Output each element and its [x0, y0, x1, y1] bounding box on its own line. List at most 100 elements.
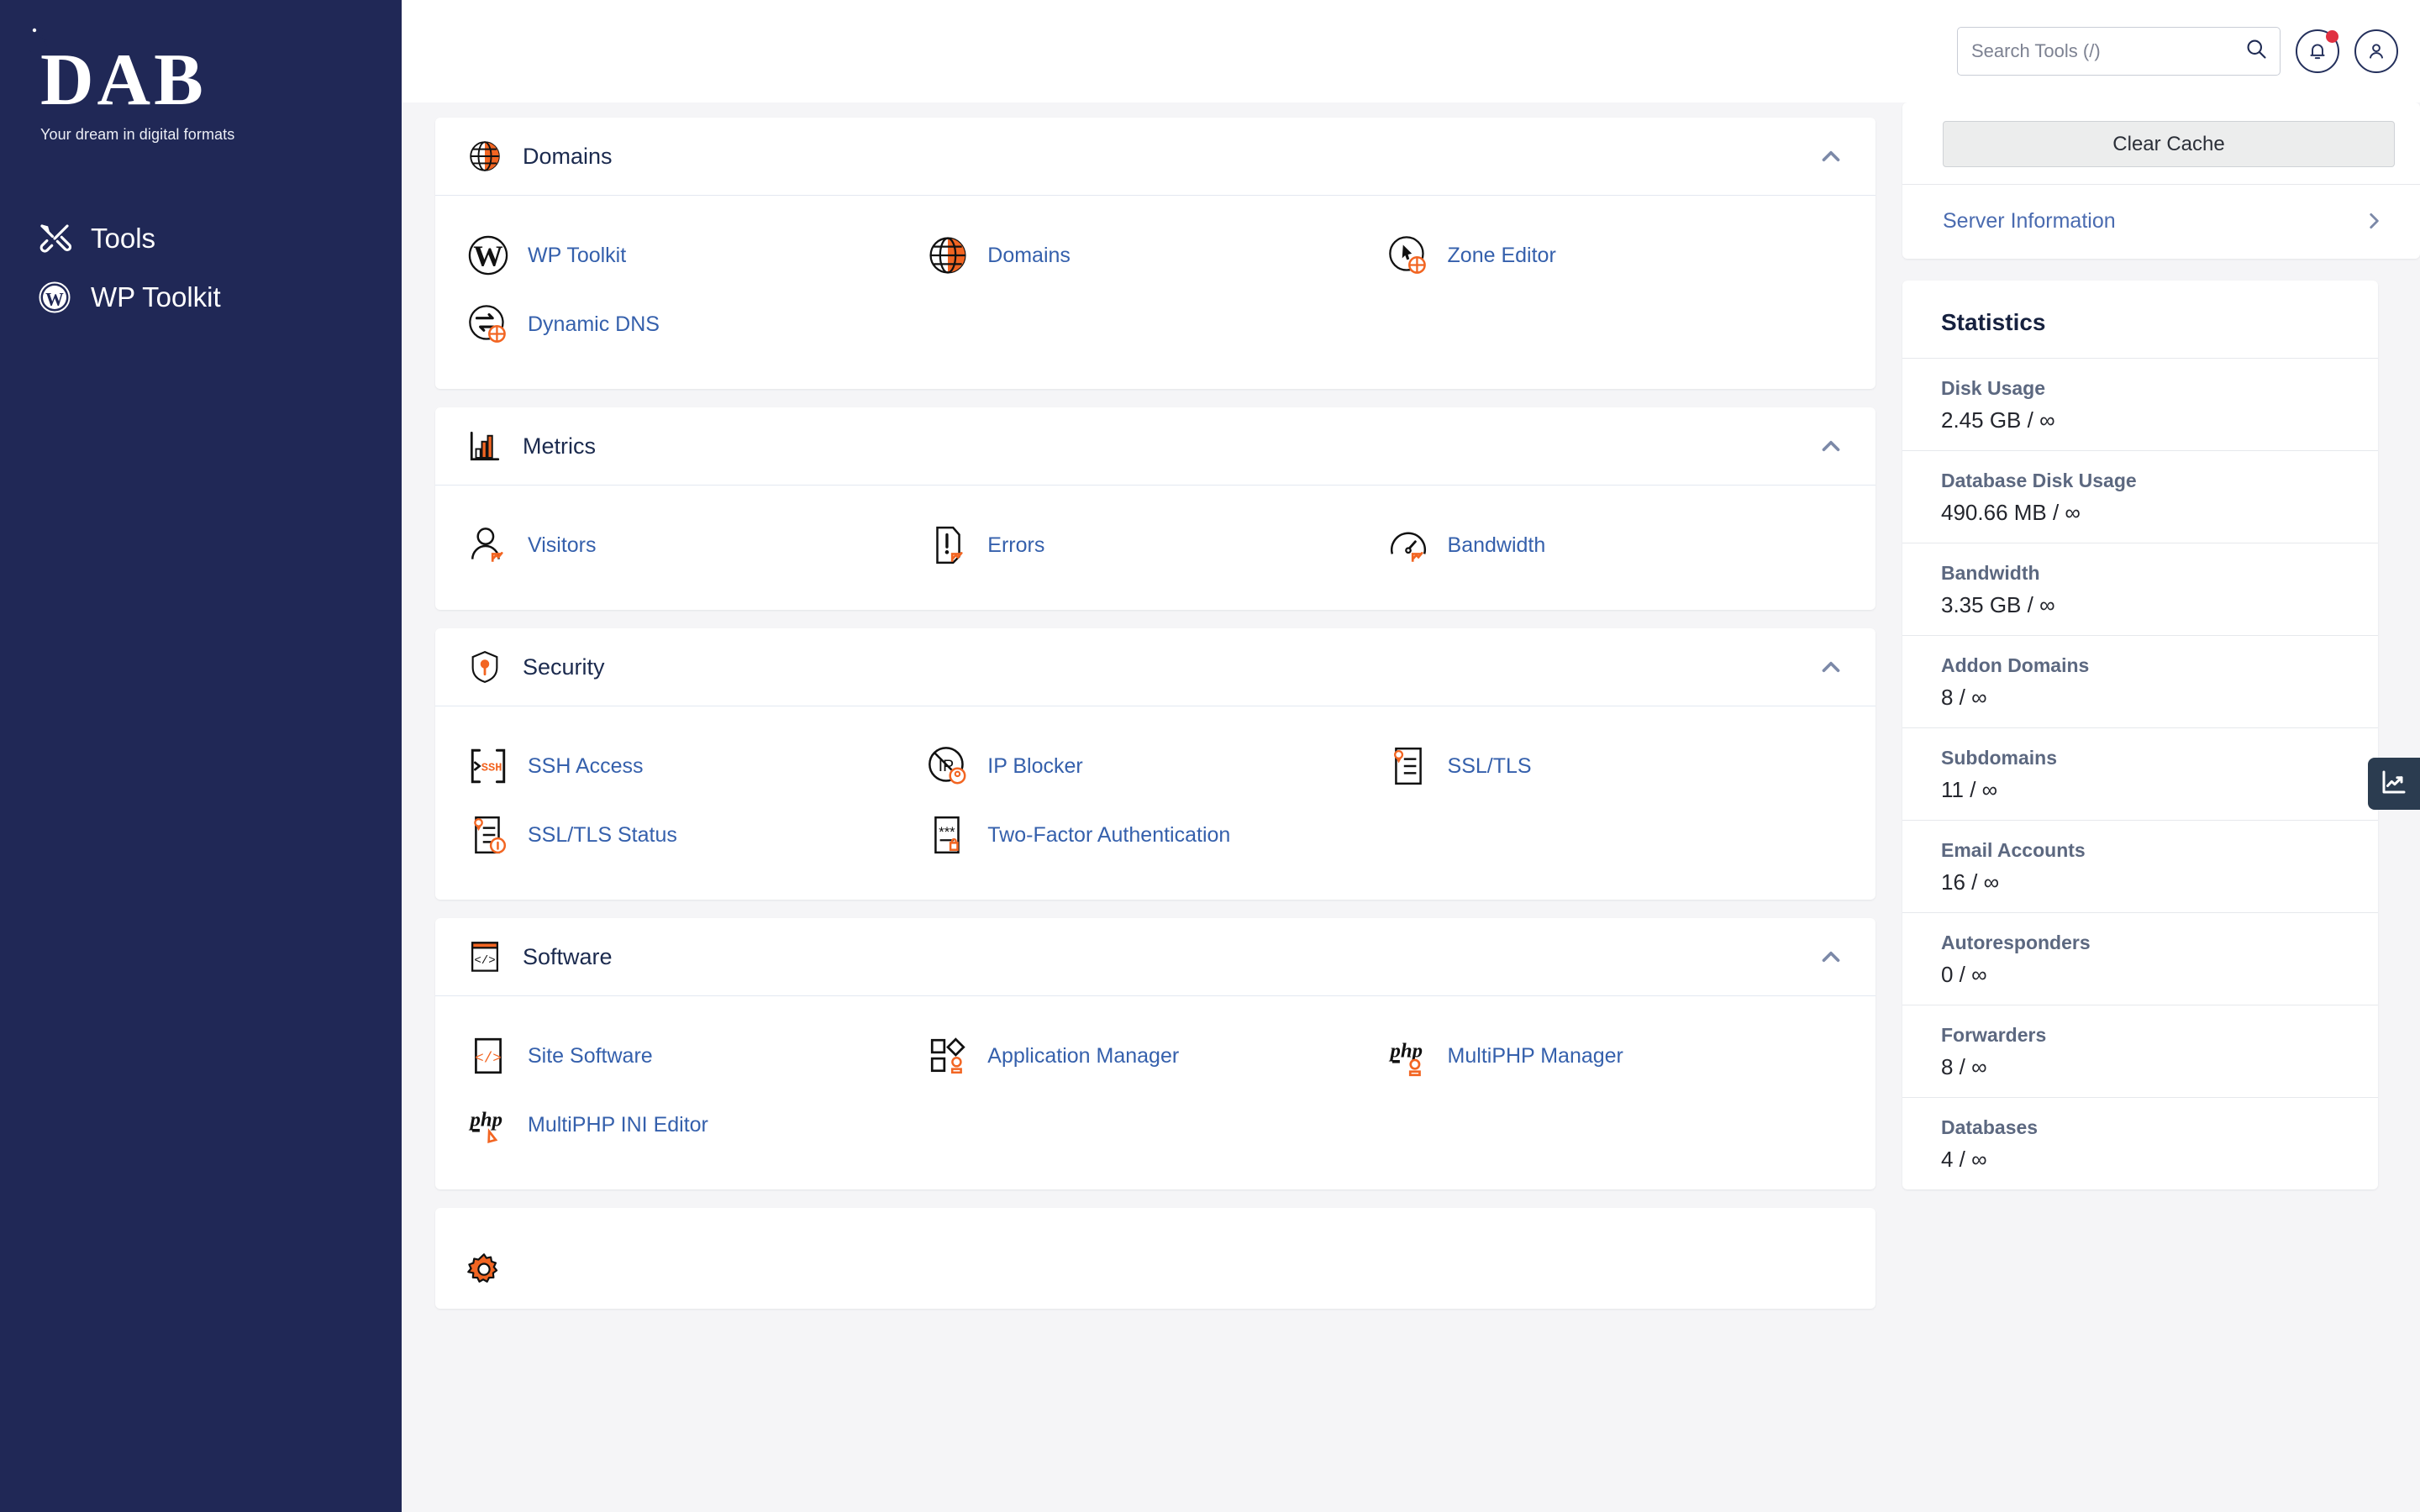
- tool-label: SSL/TLS Status: [528, 822, 677, 847]
- sidebar-item-tools[interactable]: Tools: [0, 209, 402, 268]
- section-title: Domains: [523, 143, 613, 169]
- content-area: Domains W: [402, 0, 2420, 1512]
- wordpress-icon: W: [37, 280, 72, 315]
- section-header[interactable]: Metrics: [435, 407, 1876, 486]
- tool-label: Visitors: [528, 533, 597, 557]
- gear-icon: [466, 1252, 502, 1293]
- brand: DAB Your dream in digital formats: [0, 22, 402, 144]
- search-icon[interactable]: [2244, 37, 2268, 65]
- globe-icon: [466, 137, 504, 176]
- statistics-title: Statistics: [1941, 309, 2046, 335]
- search-box[interactable]: [1957, 26, 2281, 76]
- two-factor-icon: ***: [925, 812, 971, 858]
- aside-column: Clear Cache Server Information Statistic…: [1899, 102, 2420, 1512]
- topbar: [402, 0, 2420, 102]
- tool-label: IP Blocker: [987, 753, 1083, 778]
- php-icon: php: [1386, 1033, 1431, 1079]
- tools-column: Domains W WP Toolkit Domains Zone Editor…: [402, 102, 1899, 1512]
- stat-label: Disk Usage: [1941, 377, 2046, 399]
- globe-icon: [925, 233, 971, 278]
- section-partial: [435, 1208, 1876, 1309]
- sidebar-item-label: WP Toolkit: [91, 281, 221, 312]
- tool-visitors[interactable]: Visitors: [466, 511, 925, 580]
- stat-value: 11 / ∞: [1941, 777, 1998, 802]
- brand-logo: DAB: [21, 22, 402, 118]
- stat-row: Database Disk Usage 490.66 MB / ∞: [1902, 450, 2378, 543]
- brand-tagline: Your dream in digital formats: [40, 126, 235, 143]
- stat-row: Addon Domains 8 / ∞: [1902, 635, 2378, 727]
- account-button[interactable]: [2354, 29, 2398, 73]
- statistics-float-tab[interactable]: [2368, 758, 2420, 810]
- svg-text:php: php: [1388, 1039, 1423, 1062]
- section-security: Security SSH SSH Access IP IP Blocker SS…: [435, 628, 1876, 900]
- notifications-button[interactable]: [2296, 29, 2339, 73]
- tool-label: MultiPHP Manager: [1447, 1043, 1623, 1068]
- stat-label: Forwarders: [1941, 1024, 2047, 1046]
- zone-editor-icon: [1386, 233, 1431, 278]
- php-edit-icon: php: [466, 1102, 511, 1147]
- chevron-up-icon[interactable]: [1817, 942, 1845, 971]
- actions-card: Clear Cache Server Information: [1902, 102, 2420, 259]
- section-header[interactable]: Security: [435, 628, 1876, 706]
- tool-bandwidth[interactable]: Bandwidth: [1386, 511, 1845, 580]
- svg-text:***: ***: [939, 824, 955, 840]
- clear-cache-button[interactable]: Clear Cache: [1943, 121, 2395, 167]
- tool-two-factor-authentication[interactable]: *** Two-Factor Authentication: [925, 801, 1385, 869]
- section-header[interactable]: </> Software: [435, 918, 1876, 996]
- server-information-row[interactable]: Server Information: [1902, 184, 2420, 259]
- tool-multiphp-ini-editor[interactable]: php MultiPHP INI Editor: [466, 1090, 925, 1159]
- tool-label: Dynamic DNS: [528, 312, 660, 336]
- server-information-label: Server Information: [1943, 208, 2116, 233]
- stat-value: 8 / ∞: [1941, 1054, 1987, 1079]
- search-input[interactable]: [1971, 39, 2244, 62]
- stat-label: Autoresponders: [1941, 932, 2091, 953]
- stat-row: Email Accounts 16 / ∞: [1902, 820, 2378, 912]
- tool-ssl-tls-status[interactable]: SSL/TLS Status: [466, 801, 925, 869]
- tool-ip-blocker[interactable]: IP IP Blocker: [925, 732, 1385, 801]
- tool-ssh-access[interactable]: SSH SSH Access: [466, 732, 925, 801]
- statistics-card: Statistics Disk Usage 2.45 GB / ∞ Databa…: [1902, 281, 2378, 1189]
- chevron-up-icon[interactable]: [1817, 432, 1845, 460]
- tool-label: WP Toolkit: [528, 243, 627, 267]
- code-window-icon: </>: [466, 937, 504, 976]
- tool-multiphp-manager[interactable]: php MultiPHP Manager: [1386, 1021, 1845, 1090]
- tools-icon: [37, 221, 72, 256]
- sidebar: DAB Your dream in digital formats Tools …: [0, 0, 402, 1512]
- stat-row: Databases 4 / ∞: [1902, 1097, 2378, 1189]
- sidebar-item-label: Tools: [91, 223, 156, 254]
- section-title: Software: [523, 943, 613, 969]
- tool-wp-toolkit[interactable]: W WP Toolkit: [466, 221, 925, 290]
- section-header[interactable]: Domains: [435, 118, 1876, 196]
- line-chart-icon: [2379, 767, 2409, 801]
- chevron-up-icon[interactable]: [1817, 653, 1845, 681]
- code-page-icon: </>: [466, 1033, 511, 1079]
- stat-label: Email Accounts: [1941, 839, 2086, 861]
- tool-domains[interactable]: Domains: [925, 221, 1385, 290]
- gauge-icon: [1386, 522, 1431, 568]
- section-tools: Visitors Errors Bandwidth: [435, 486, 1876, 610]
- sidebar-nav: Tools W WP Toolkit: [0, 209, 402, 327]
- tool-dynamic-dns[interactable]: Dynamic DNS: [466, 290, 925, 359]
- stat-label: Database Disk Usage: [1941, 470, 2137, 491]
- bar-chart-icon: [466, 427, 504, 465]
- tool-zone-editor[interactable]: Zone Editor: [1386, 221, 1845, 290]
- dynamic-dns-icon: [466, 302, 511, 347]
- elephant-icon: [21, 22, 50, 58]
- tool-site-software[interactable]: </> Site Software: [466, 1021, 925, 1090]
- tool-application-manager[interactable]: Application Manager: [925, 1021, 1385, 1090]
- certificate-status-icon: [466, 812, 511, 858]
- wordpress-icon: W: [466, 233, 511, 278]
- tool-label: MultiPHP INI Editor: [528, 1112, 708, 1137]
- section-header[interactable]: [435, 1208, 1876, 1293]
- tool-ssl-tls[interactable]: SSL/TLS: [1386, 732, 1845, 801]
- page-body: Domains W WP Toolkit Domains Zone Editor…: [402, 102, 2420, 1512]
- tool-errors[interactable]: Errors: [925, 511, 1385, 580]
- sidebar-item-wp-toolkit[interactable]: W WP Toolkit: [0, 268, 402, 327]
- visitors-icon: [466, 522, 511, 568]
- section-software: </> Software </> Site Software Applicati…: [435, 918, 1876, 1189]
- chevron-up-icon[interactable]: [1817, 142, 1845, 171]
- chevron-right-icon[interactable]: [2363, 208, 2385, 234]
- stat-value: 8 / ∞: [1941, 685, 1987, 710]
- stat-label: Subdomains: [1941, 747, 2058, 769]
- ip-blocker-icon: IP: [925, 743, 971, 789]
